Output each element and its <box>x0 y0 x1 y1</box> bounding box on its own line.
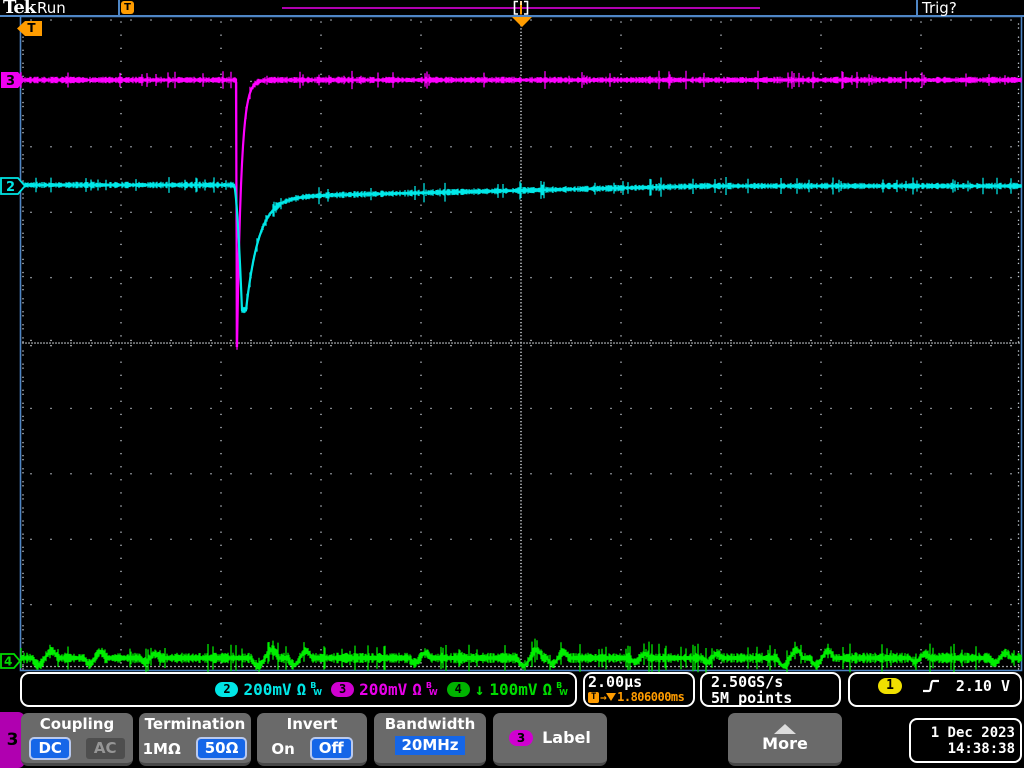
channel-3-marker[interactable]: 3 <box>0 71 27 89</box>
bandwidth-limit-indicator: BW <box>556 681 568 697</box>
horizontal-delay: T → 1.806000ms <box>588 690 685 704</box>
coupling-button[interactable]: Coupling DC AC <box>21 713 133 766</box>
channel-readout-box[interactable]: 2 200mV Ω BW 3 200mV Ω BW 4 ↓ 100mV Ω BW <box>20 672 577 707</box>
bandwidth-limit-indicator: BW <box>425 681 438 697</box>
horizontal-readout-box[interactable]: 2.00µs T → 1.806000ms <box>583 672 695 707</box>
trigger-source-badge[interactable]: 1 <box>878 677 902 694</box>
label-title: Label <box>542 728 591 747</box>
bandwidth-button[interactable]: Bandwidth 20MHz <box>374 713 486 766</box>
down-triangle-icon <box>606 693 617 701</box>
channel-2-readout[interactable]: 2 200mV Ω BW <box>215 680 322 699</box>
horizontal-scale: 2.00µs <box>588 673 643 691</box>
up-arrow-icon <box>774 724 796 734</box>
channel-2-scale: 200mV <box>243 680 292 699</box>
channel-2-marker[interactable]: 2 <box>0 177 27 195</box>
trigger-level: 2.10 V <box>955 676 1010 695</box>
invert-button[interactable]: Invert On Off <box>257 713 367 766</box>
channel-3-badge: 3 <box>509 730 534 746</box>
svg-text:4: 4 <box>4 655 12 669</box>
coupling-dc-option[interactable]: DC <box>29 737 71 760</box>
svg-text:3: 3 <box>6 74 15 89</box>
invert-title: Invert <box>286 715 338 733</box>
termination-1m-option[interactable]: 1MΩ <box>143 740 181 758</box>
trigger-status: Trig? <box>922 0 957 17</box>
oscilloscope-display: Tek Run T Trig? T 3 2 4 2 200mV Ω BW 3 2… <box>0 0 1024 768</box>
channel-4-badge[interactable]: 4 <box>446 682 470 697</box>
record-view-trigger-icon[interactable]: T <box>121 1 134 14</box>
svg-text:2: 2 <box>6 180 15 195</box>
acquisition-readout-box[interactable]: 2.50GS/s 5M points <box>700 672 841 707</box>
trigger-t-icon: T <box>588 691 599 703</box>
delay-time: 1.806000ms <box>617 690 685 704</box>
expansion-point-icon <box>512 17 532 27</box>
channel-4-scale: 100mV <box>489 680 538 699</box>
invert-on-option[interactable]: On <box>271 740 294 758</box>
coupling-ac-option[interactable]: AC <box>85 738 125 759</box>
window-position-icon[interactable] <box>513 0 529 16</box>
date-text: 1 Dec 2023 <box>930 724 1015 741</box>
more-title: More <box>762 734 808 753</box>
channel-3-scale: 200mV <box>359 680 408 699</box>
invert-arrow-icon: ↓ <box>474 680 485 699</box>
coupling-title: Coupling <box>39 715 115 733</box>
termination-50ohm-option[interactable]: 50Ω <box>195 737 248 760</box>
rising-edge-icon <box>923 679 939 692</box>
record-length: 5M points <box>711 688 793 707</box>
bandwidth-value[interactable]: 20MHz <box>395 736 465 755</box>
more-button[interactable]: More <box>728 713 842 766</box>
channel-3-badge[interactable]: 3 <box>331 682 355 697</box>
termination-button[interactable]: Termination 1MΩ 50Ω <box>139 713 251 766</box>
termination-ohm-indicator: Ω <box>542 680 553 699</box>
bandwidth-title: Bandwidth <box>384 715 476 733</box>
topbar-divider <box>118 0 120 15</box>
time-text: 14:38:38 <box>947 740 1015 757</box>
waveform-graticule <box>19 15 1023 677</box>
channel-3-readout[interactable]: 3 200mV Ω BW <box>331 680 438 699</box>
topbar-divider <box>916 0 918 15</box>
invert-off-option[interactable]: Off <box>309 737 353 760</box>
sample-rate: 2.50GS/s <box>711 672 784 691</box>
trigger-readout-box[interactable]: 1 2.10 V <box>848 672 1022 707</box>
menu-bar: 3 Coupling DC AC Termination 1MΩ 50Ω Inv… <box>0 712 1024 768</box>
termination-ohm-indicator: Ω <box>412 680 422 699</box>
channel-4-marker[interactable]: 4 <box>0 653 23 670</box>
termination-ohm-indicator: Ω <box>296 680 307 699</box>
termination-title: Termination <box>144 715 246 733</box>
channel-4-readout[interactable]: 4 ↓ 100mV Ω BW <box>446 680 568 699</box>
datetime-display: 1 Dec 2023 14:38:38 <box>909 718 1022 763</box>
label-button[interactable]: 3 Label <box>493 713 607 766</box>
bandwidth-limit-indicator: BW <box>310 681 323 697</box>
channel-2-badge[interactable]: 2 <box>215 682 239 697</box>
